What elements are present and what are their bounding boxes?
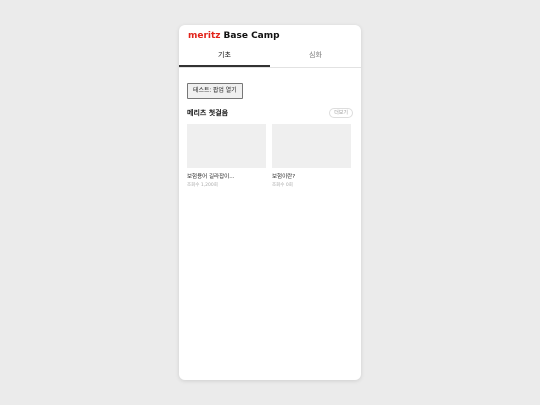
tab-basic[interactable]: 기초 — [179, 46, 270, 67]
content-card[interactable]: 보험용어 길라잡이... 조회수 1,200회 — [187, 124, 266, 188]
content-thumbnail — [187, 124, 266, 168]
more-button[interactable]: 더보기 — [329, 108, 353, 118]
tab-content: 테스트: 팝업 열기 메리츠 첫걸음 더보기 보험용어 길라잡이... 조회수 … — [179, 68, 361, 188]
app-header: meritz Base Camp — [179, 25, 361, 46]
tab-advanced[interactable]: 심화 — [270, 46, 361, 67]
tab-bar: 기초 심화 — [179, 46, 361, 68]
app-panel: meritz Base Camp 기초 심화 테스트: 팝업 열기 메리츠 첫걸음… — [179, 25, 361, 380]
content-views: 조회수 1,200회 — [187, 183, 218, 188]
app-title: Base Camp — [223, 31, 280, 41]
content-title: 보험이란? — [272, 174, 296, 180]
content-card[interactable]: 보험이란? 조회수 0회 — [272, 124, 351, 188]
content-thumbnail — [272, 124, 351, 168]
content-views: 조회수 0회 — [272, 183, 293, 188]
section-header: 메리츠 첫걸음 더보기 — [187, 108, 353, 118]
section-title: 메리츠 첫걸음 — [187, 109, 229, 117]
content-title: 보험용어 길라잡이... — [187, 174, 235, 180]
brand-logo: meritz — [188, 31, 221, 41]
open-popup-button[interactable]: 테스트: 팝업 열기 — [187, 83, 243, 99]
content-list: 보험용어 길라잡이... 조회수 1,200회 보험이란? 조회수 0회 — [187, 124, 353, 188]
